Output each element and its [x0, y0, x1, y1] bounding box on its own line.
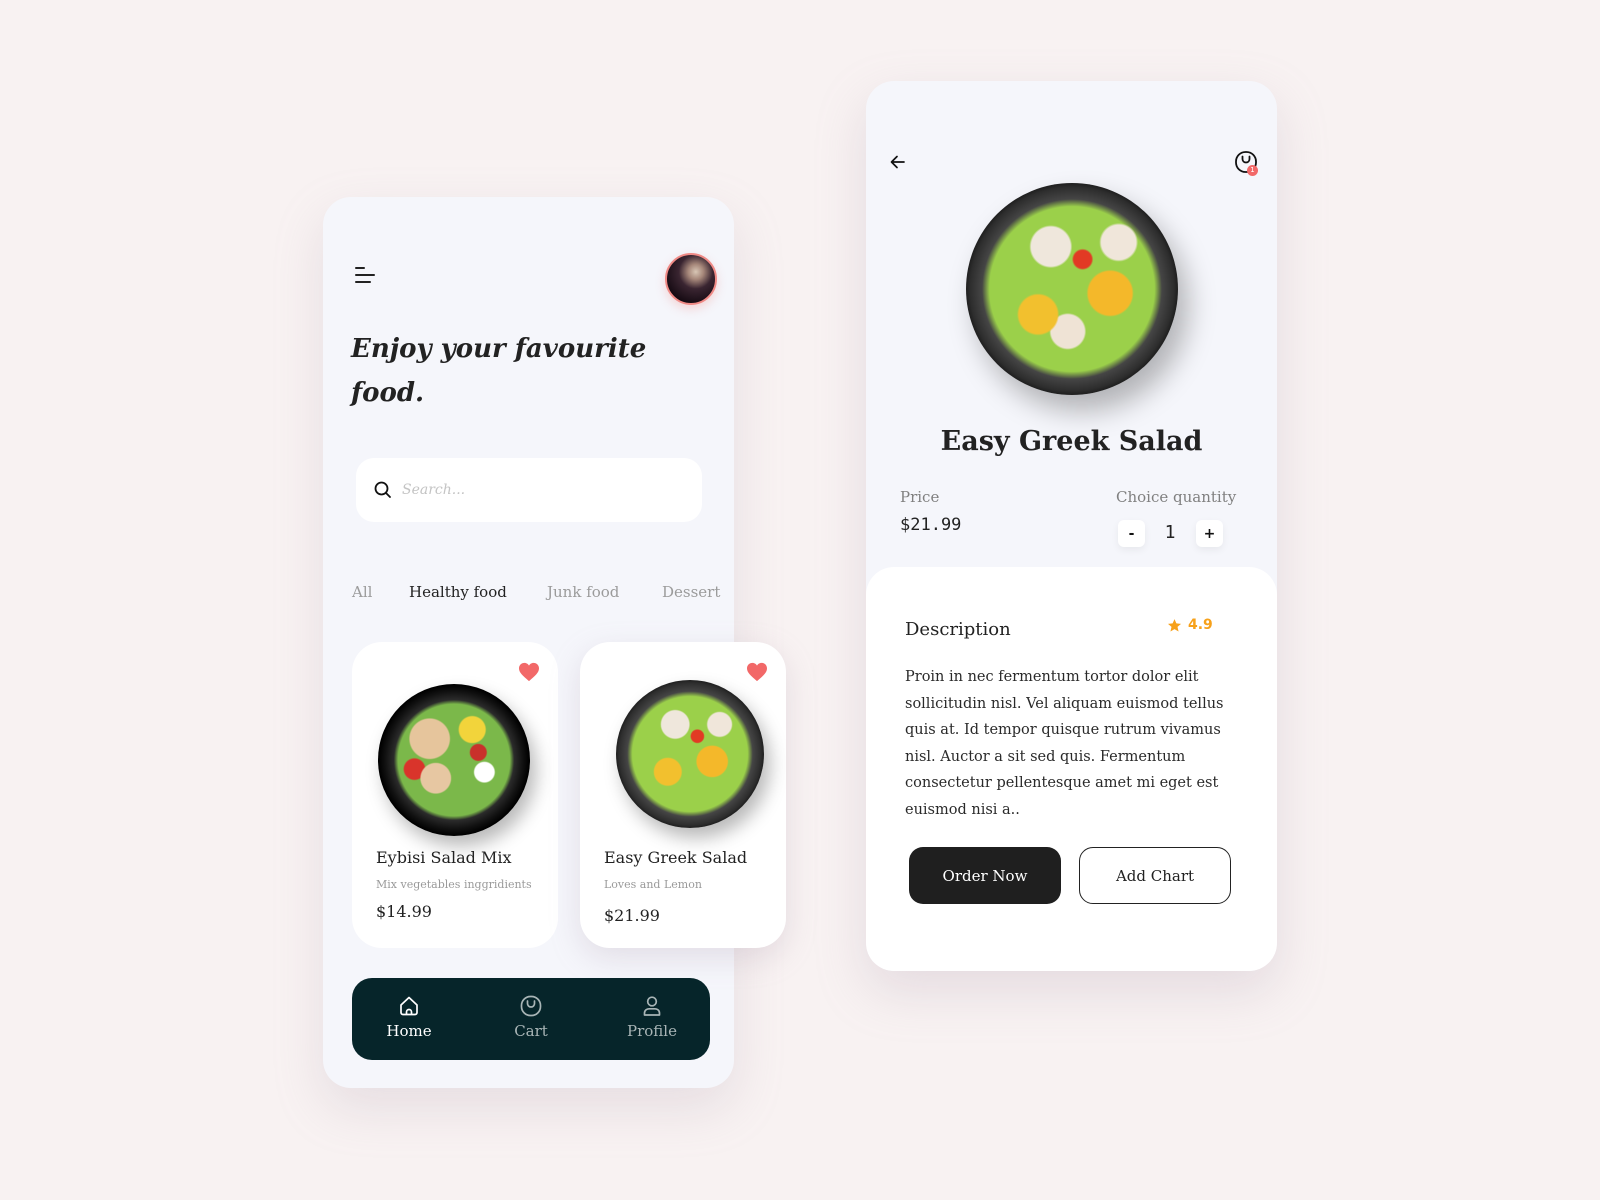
product-price: $14.99	[376, 902, 432, 921]
product-subtitle: Mix vegetables inggridients	[376, 878, 532, 891]
increase-quantity-button[interactable]: +	[1196, 520, 1223, 547]
product-image	[966, 183, 1178, 395]
user-icon	[643, 996, 661, 1016]
tab-all[interactable]: All	[352, 583, 372, 601]
product-name: Easy Greek Salad	[604, 848, 748, 867]
order-now-button[interactable]: Order Now	[909, 847, 1061, 904]
heart-icon[interactable]	[518, 662, 540, 682]
tab-junk-food[interactable]: Junk food	[547, 583, 619, 601]
rating-value: 4.9	[1188, 617, 1213, 633]
product-card[interactable]: Easy Greek Salad Loves and Lemon $21.99	[580, 642, 786, 948]
add-to-cart-button[interactable]: Add Chart	[1079, 847, 1231, 904]
quantity-label: Choice quantity	[1116, 488, 1237, 506]
price-value: $21.99	[900, 515, 962, 535]
back-arrow-icon[interactable]	[888, 153, 910, 171]
detail-screen: 1 Easy Greek Salad Price $21.99 Choice q…	[866, 81, 1277, 971]
category-tabs: All Healthy food Junk food Dessert	[352, 583, 732, 607]
product-card[interactable]: Eybisi Salad Mix Mix vegetables inggridi…	[352, 642, 558, 948]
product-image	[378, 684, 530, 836]
description-text: Proin in nec fermentum tortor dolor elit…	[905, 669, 1224, 818]
menu-icon[interactable]	[355, 267, 377, 285]
product-price: $21.99	[604, 906, 660, 925]
price-label: Price	[900, 488, 940, 506]
home-icon	[400, 996, 418, 1016]
search-bar[interactable]	[356, 458, 702, 522]
decrease-quantity-button[interactable]: -	[1118, 520, 1145, 547]
product-image	[616, 680, 764, 828]
star-icon	[1168, 618, 1181, 631]
menu-line	[355, 274, 375, 276]
search-input[interactable]	[402, 482, 682, 498]
description-panel: Description 4.9 Proin in nec fermentum t…	[866, 567, 1277, 971]
home-screen: Enjoy your favourite food. All Healthy f…	[323, 197, 786, 1088]
nav-cart-label: Cart	[514, 1022, 548, 1040]
nav-home-label: Home	[386, 1022, 432, 1040]
description-heading: Description	[905, 619, 1011, 640]
nav-home[interactable]: Home	[364, 994, 454, 1040]
avatar[interactable]	[665, 253, 717, 305]
cart-badge: 1	[1247, 165, 1258, 176]
heart-icon[interactable]	[746, 662, 768, 682]
rating: 4.9	[1167, 617, 1213, 633]
quantity-value: 1	[1164, 522, 1176, 543]
product-title: Easy Greek Salad	[940, 426, 1203, 457]
menu-line	[355, 267, 365, 269]
page-headline: Enjoy your favourite food.	[351, 334, 647, 408]
nav-profile-label: Profile	[627, 1022, 677, 1040]
nav-profile[interactable]: Profile	[607, 994, 697, 1040]
search-icon	[374, 481, 391, 498]
tab-healthy-food[interactable]: Healthy food	[409, 583, 507, 601]
product-name: Eybisi Salad Mix	[376, 848, 512, 867]
menu-line	[355, 281, 371, 283]
product-subtitle: Loves and Lemon	[604, 878, 702, 891]
nav-cart[interactable]: Cart	[486, 994, 576, 1040]
bottom-nav: Home Cart Profile	[352, 978, 710, 1060]
bag-icon	[520, 995, 542, 1017]
tab-dessert[interactable]: Dessert	[662, 583, 720, 601]
